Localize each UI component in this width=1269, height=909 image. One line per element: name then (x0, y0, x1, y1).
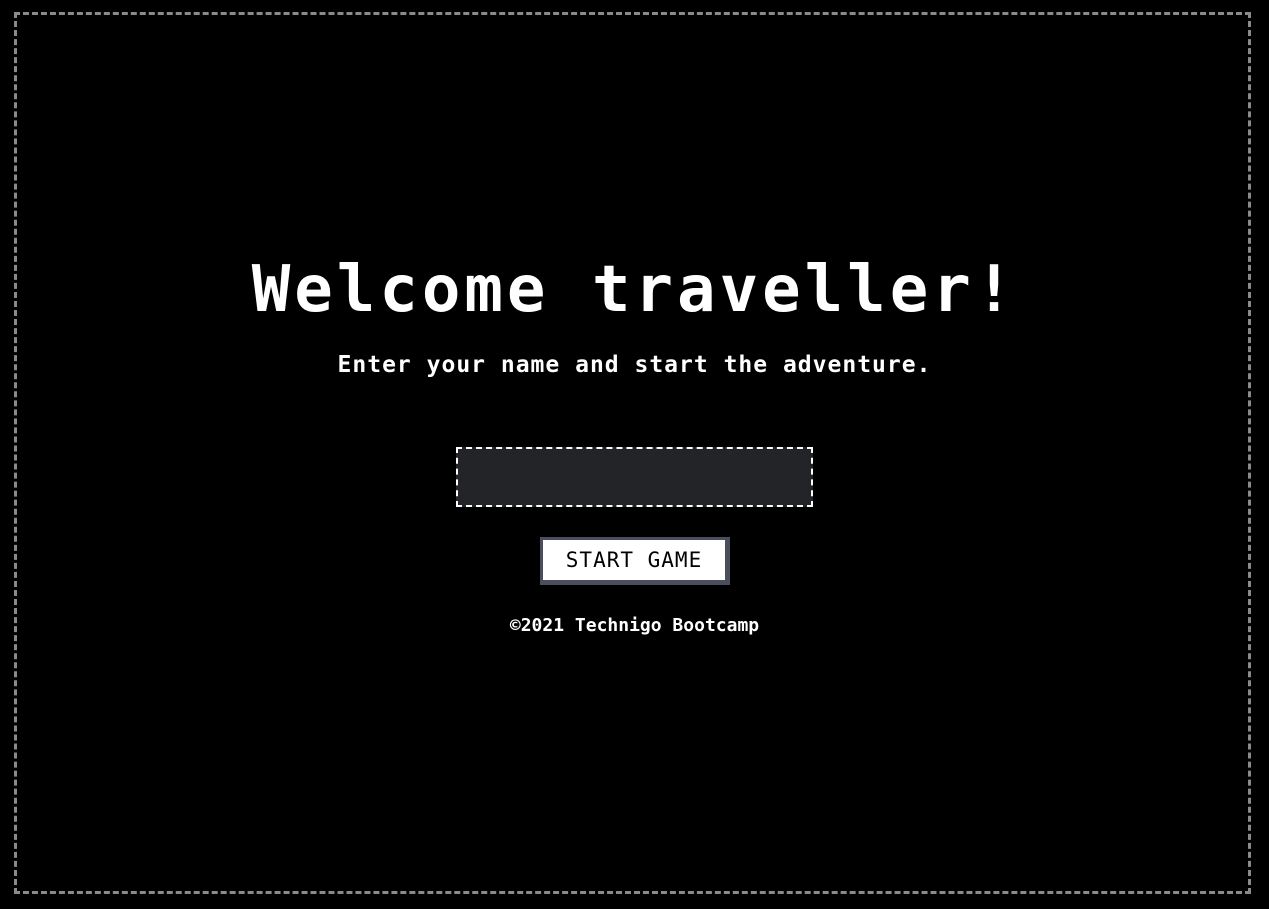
welcome-screen: Welcome traveller! Enter your name and s… (0, 0, 1269, 909)
page-title: Welcome traveller! (251, 253, 1018, 327)
page-subtitle: Enter your name and start the adventure. (337, 352, 932, 378)
name-input[interactable] (456, 447, 813, 507)
footer-copyright: ©2021 Technigo Bootcamp (509, 615, 760, 636)
start-game-button[interactable]: START GAME (540, 537, 730, 585)
